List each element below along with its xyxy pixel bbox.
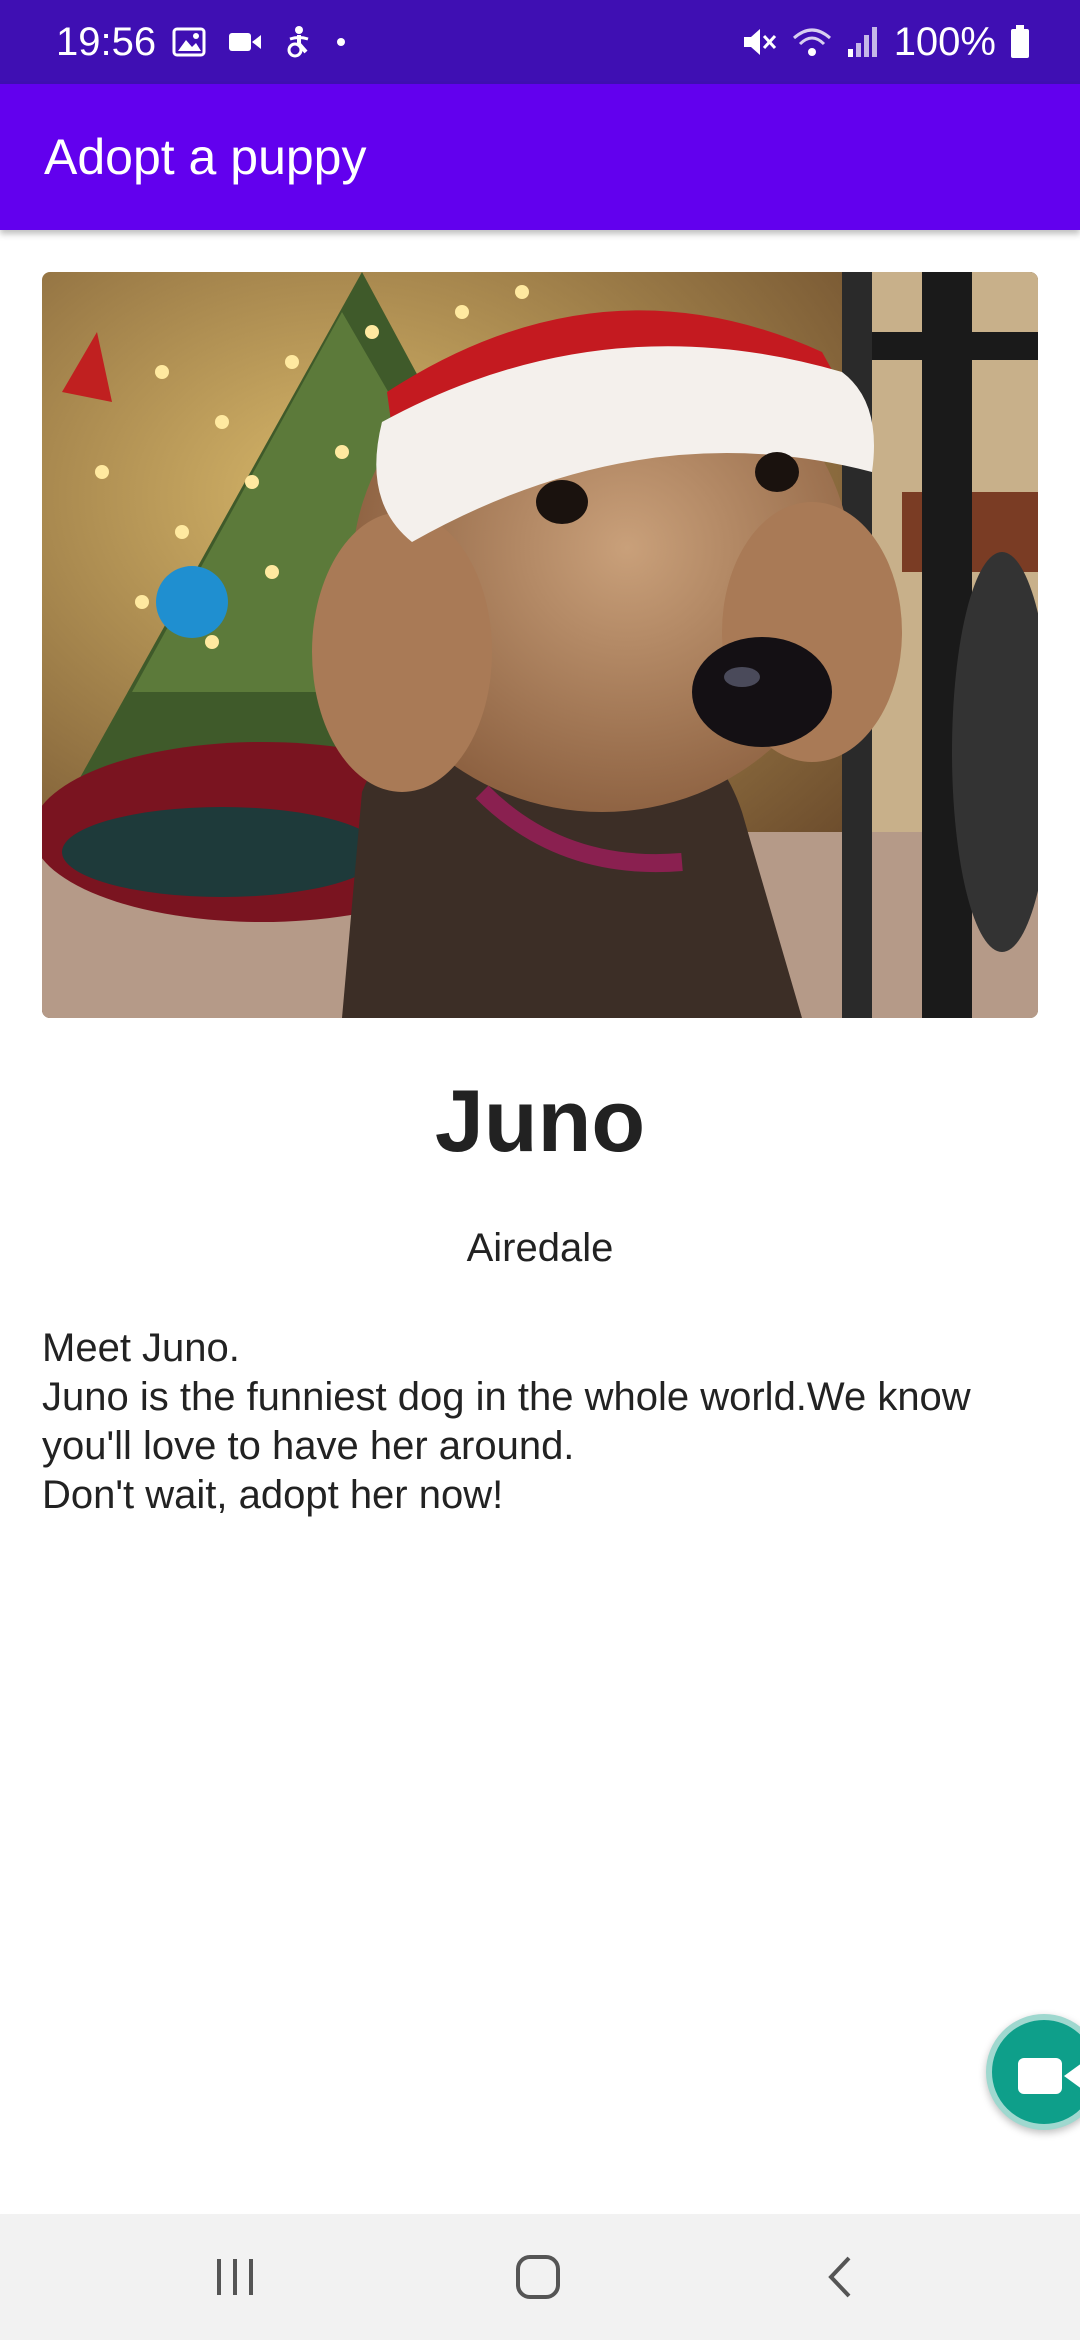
description-line: Meet Juno. [42, 1326, 240, 1370]
accessibility-icon [284, 26, 314, 58]
battery-icon [1010, 25, 1030, 59]
video-call-button[interactable] [986, 2014, 1080, 2130]
description-line: you'll love to have her around. [42, 1424, 575, 1468]
puppy-photo [42, 272, 1038, 1018]
app-title: Adopt a puppy [44, 129, 367, 185]
description-line: Don't wait, adopt her now! [42, 1473, 504, 1517]
dot-icon [336, 37, 346, 47]
puppy-name: Juno [434, 1071, 646, 1170]
status-time: 19:56 [56, 20, 157, 64]
battery-percentage: 100% [893, 20, 996, 64]
video-camera-icon [228, 30, 262, 54]
home-button[interactable] [478, 2214, 598, 2340]
status-bar: 19:56 100% [0, 0, 1080, 84]
home-icon [514, 2253, 562, 2301]
mute-icon [742, 25, 778, 59]
video-camera-icon [1018, 2054, 1080, 2098]
status-left-icons [172, 0, 346, 84]
status-right-icons: 100% [742, 0, 1030, 84]
description-line: Juno is the funniest dog in the whole wo… [42, 1375, 971, 1419]
back-icon [825, 2254, 855, 2300]
app-bar: Adopt a puppy [0, 84, 1080, 230]
puppy-breed: Airedale [466, 1226, 614, 1270]
signal-icon [846, 25, 880, 59]
gallery-icon [172, 27, 206, 57]
back-button[interactable] [780, 2214, 900, 2340]
system-nav-bar [0, 2214, 1080, 2340]
puppy-description: Meet Juno. Juno is the funniest dog in t… [42, 1324, 1038, 1520]
wifi-icon [792, 26, 832, 58]
recents-button[interactable] [175, 2214, 295, 2340]
recents-icon [213, 2257, 257, 2297]
